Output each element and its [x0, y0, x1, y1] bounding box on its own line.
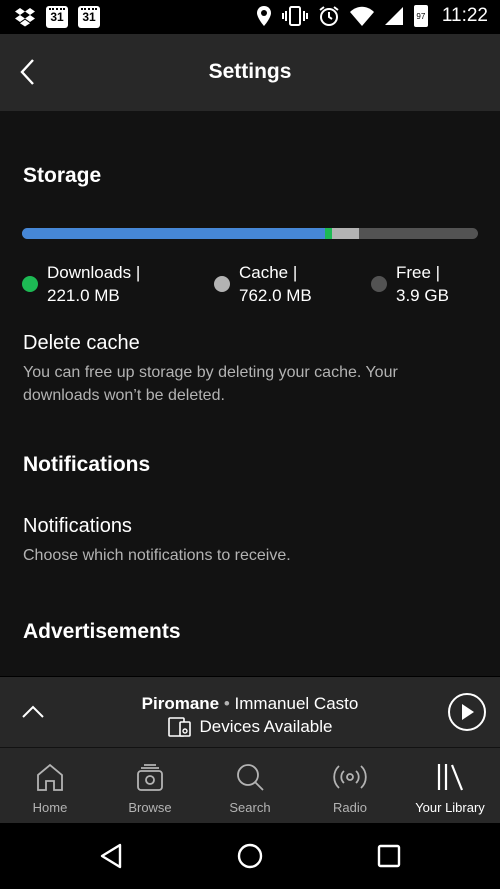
cache-dot	[214, 276, 230, 292]
notifications-item-description: Choose which notifications to receive.	[23, 547, 291, 564]
page-title: Settings	[208, 60, 292, 83]
tab-search-label: Search	[229, 800, 271, 815]
tab-search[interactable]: Search	[200, 748, 300, 823]
legend-free: Free | 3.9 GB	[371, 261, 449, 307]
delete-cache-title: Delete cache	[23, 332, 140, 354]
library-icon	[437, 764, 464, 791]
devices-available[interactable]: Devices Available	[0, 717, 500, 737]
devices-label: Devices Available	[199, 717, 333, 736]
location-icon	[256, 6, 271, 26]
wifi-icon	[349, 6, 374, 26]
home-icon	[37, 763, 63, 791]
calendar-icon: 31	[78, 6, 100, 28]
legend-downloads-label: Downloads |	[47, 263, 141, 282]
nav-recents-button[interactable]	[372, 839, 406, 873]
now-playing-bar[interactable]: Piromane • Immanuel Casto Devices Availa…	[0, 676, 500, 747]
cell-signal-icon	[384, 7, 403, 25]
bottom-tab-bar: Home Browse Search Radio Your Library	[0, 748, 500, 823]
legend-downloads: Downloads | 221.0 MB	[22, 261, 140, 307]
storage-usage-bar	[22, 228, 478, 239]
play-icon	[462, 704, 474, 720]
play-button[interactable]	[448, 693, 486, 731]
vibrate-icon	[281, 6, 308, 26]
tab-home-label: Home	[32, 800, 68, 815]
free-dot	[371, 276, 387, 292]
legend-cache-value: 762.0 MB	[239, 286, 312, 305]
dropbox-icon	[15, 8, 35, 27]
tab-home[interactable]: Home	[0, 748, 100, 823]
now-playing-separator: •	[219, 694, 235, 713]
tab-your-library-label: Your Library	[415, 800, 485, 815]
browse-icon	[137, 764, 163, 791]
nav-home-icon	[237, 843, 263, 869]
nav-back-button[interactable]	[94, 839, 128, 873]
now-playing-track: Piromane • Immanuel Casto	[0, 694, 500, 714]
battery-icon: 97	[413, 5, 428, 27]
tab-browse-label: Browse	[128, 800, 172, 815]
status-bar: 31 31 97 11:22	[0, 0, 500, 34]
radio-icon	[333, 765, 367, 789]
advertisements-section-title: Advertisements	[23, 620, 181, 643]
downloads-segment	[22, 228, 326, 239]
legend-free-value: 3.9 GB	[396, 286, 449, 305]
notifications-item-title: Notifications	[23, 515, 132, 537]
tab-radio-label: Radio	[333, 800, 367, 815]
now-playing-artist: Immanuel Casto	[234, 694, 359, 713]
storage-section-title: Storage	[23, 164, 102, 187]
tab-your-library[interactable]: Your Library	[400, 748, 500, 823]
legend-free-label: Free |	[396, 263, 441, 282]
alarm-icon	[319, 6, 339, 26]
calendar-icon: 31	[46, 6, 68, 28]
tab-browse[interactable]: Browse	[100, 748, 200, 823]
devices-icon	[167, 717, 191, 737]
clock: 11:22	[441, 5, 488, 26]
now-playing-song: Piromane	[141, 694, 220, 713]
delete-cache-description: You can free up storage by deleting your…	[23, 364, 398, 404]
legend-cache: Cache | 762.0 MB	[214, 261, 312, 307]
search-icon	[237, 764, 264, 791]
legend-downloads-value: 221.0 MB	[47, 286, 120, 305]
other-segment	[325, 228, 333, 239]
downloads-dot	[22, 276, 38, 292]
nav-recents-icon	[377, 844, 401, 868]
nav-home-button[interactable]	[233, 839, 267, 873]
nav-back-icon	[100, 843, 122, 869]
cache-segment	[332, 228, 360, 239]
notifications-section-title: Notifications	[23, 453, 151, 476]
system-nav-bar	[0, 823, 500, 889]
tab-radio[interactable]: Radio	[300, 748, 400, 823]
app-header: Settings	[0, 34, 500, 111]
legend-cache-label: Cache |	[239, 263, 298, 282]
